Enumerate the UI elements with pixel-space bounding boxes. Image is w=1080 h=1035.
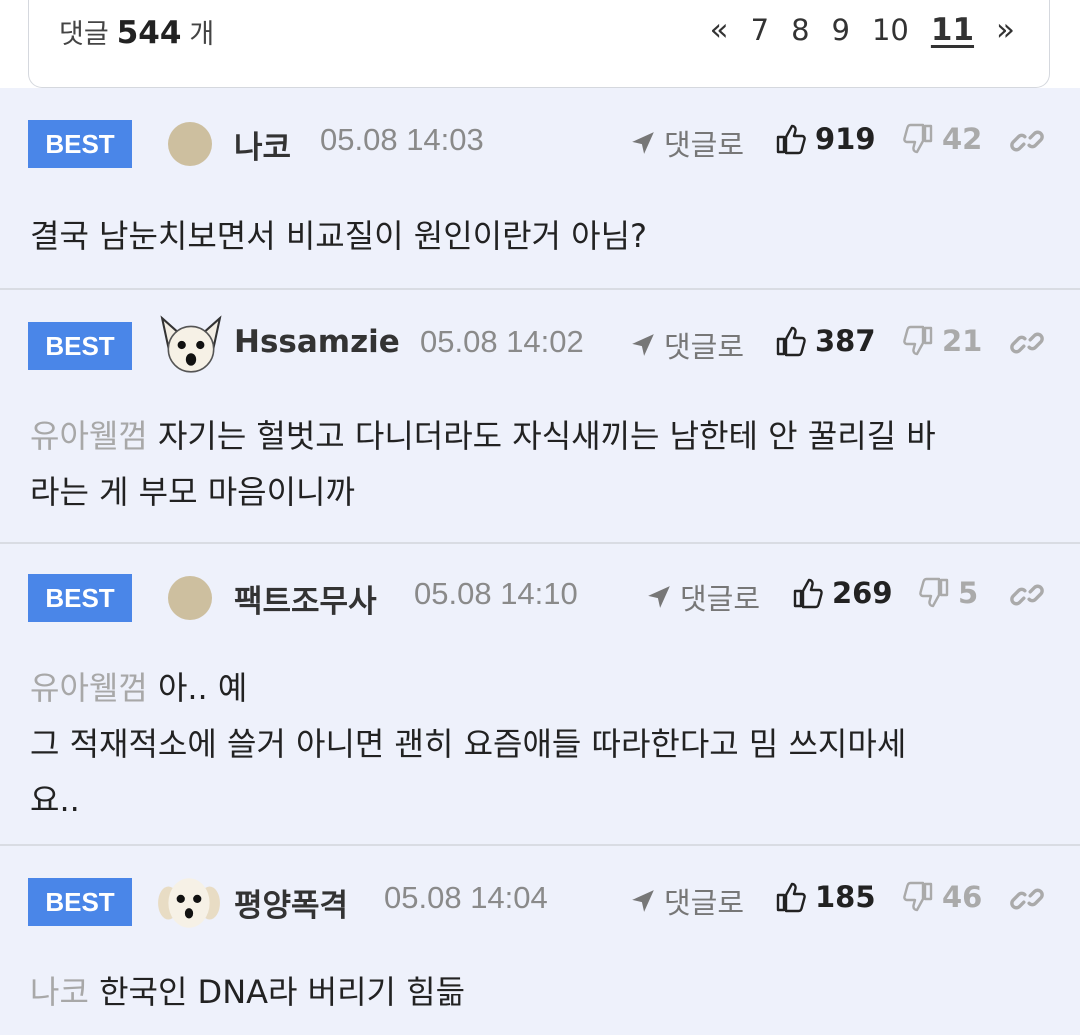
send-arrow-icon — [630, 888, 656, 914]
reply-button[interactable]: 댓글로 — [630, 324, 744, 366]
dislike-count: 42 — [942, 122, 983, 156]
link-icon[interactable] — [1010, 326, 1044, 360]
nickname[interactable]: Hssamzie — [234, 324, 400, 360]
best-badge: BEST — [28, 322, 132, 370]
link-icon[interactable] — [1010, 124, 1044, 158]
current-page[interactable]: 11 — [931, 12, 974, 48]
dislike-button[interactable]: 46 — [902, 880, 982, 914]
nickname[interactable]: 나코 — [234, 122, 291, 167]
comment-body: 한국인 DNA라 버리기 힘듦 — [99, 973, 466, 1011]
like-count: 185 — [815, 880, 876, 914]
like-button[interactable]: 919 — [775, 122, 876, 156]
dislike-button[interactable]: 21 — [902, 324, 982, 358]
thumbs-down-icon — [902, 325, 934, 357]
reply-label: 댓글로 — [664, 330, 745, 364]
timestamp: 05.08 14:04 — [384, 880, 548, 915]
timestamp: 05.08 14:10 — [414, 576, 578, 611]
reply-button[interactable]: 댓글로 — [646, 576, 760, 618]
avatar[interactable] — [158, 312, 224, 378]
like-count: 919 — [815, 122, 876, 156]
reply-button[interactable]: 댓글로 — [630, 880, 744, 922]
page-link[interactable]: 8 — [791, 13, 809, 47]
thumbs-up-icon — [792, 577, 824, 609]
comment-text: 유아웰껌 아.. 예 그 적재적소에 쓸거 아니면 괜히 요즘애들 따라한다고 … — [30, 660, 1040, 828]
send-arrow-icon — [646, 584, 672, 610]
dislike-count: 5 — [958, 576, 979, 610]
comment-text: 유아웰껌 자기는 헐벗고 다니더라도 자식새끼는 남한테 안 꿀리길 바 라는 … — [30, 408, 1040, 520]
send-arrow-icon — [630, 130, 656, 156]
avatar[interactable] — [168, 122, 212, 166]
comment-item: BEST 나코 05.08 14:03 댓글로 919 42 결국 남눈치보면서… — [0, 88, 1080, 288]
page-link[interactable]: 10 — [872, 13, 909, 47]
comment-count: 댓글 544 개 — [59, 12, 214, 51]
page-link[interactable]: 9 — [832, 13, 850, 47]
page-link[interactable]: 7 — [751, 13, 769, 47]
comment-body: 그 적재적소에 쓸거 아니면 괜히 요즘애들 따라한다고 밈 쓰지마세 — [30, 725, 907, 763]
best-badge: BEST — [28, 878, 132, 926]
comment-count-suffix: 개 — [189, 19, 215, 50]
mention[interactable]: 나코 — [30, 973, 89, 1011]
dislike-count: 46 — [942, 880, 983, 914]
thumbs-down-icon — [918, 577, 950, 609]
comment-meta: BEST 나코 05.08 14:03 댓글로 919 42 — [0, 114, 1080, 174]
comment-meta: BEST 평양폭격 05.08 14:04 댓글로 185 46 — [0, 870, 1080, 930]
comment-body: 요.. — [30, 781, 80, 819]
best-badge: BEST — [28, 120, 132, 168]
link-icon[interactable] — [1010, 578, 1044, 612]
comment-item: BEST 팩트조무사 05.08 14:10 댓글로 269 5 유아웰껌 아.… — [0, 542, 1080, 844]
thumbs-up-icon — [775, 881, 807, 913]
comment-item: BEST 평양폭격 05.08 14:04 댓글로 185 46 나코 한국인 … — [0, 844, 1080, 1035]
thumbs-down-icon — [902, 123, 934, 155]
mention[interactable]: 유아웰껌 — [30, 417, 148, 455]
avatar[interactable] — [156, 870, 222, 936]
mention[interactable]: 유아웰껌 — [30, 669, 148, 707]
comment-header: 댓글 544 개 « 7 8 9 10 11 » — [28, 0, 1050, 88]
reply-label: 댓글로 — [664, 128, 745, 162]
like-count: 269 — [832, 576, 893, 610]
comment-item: BEST Hssamzie 05.08 14:02 댓글로 387 21 유아웰… — [0, 288, 1080, 542]
prev-page-icon[interactable]: « — [710, 12, 729, 48]
comment-body: 아.. 예 — [157, 669, 248, 707]
reply-button[interactable]: 댓글로 — [630, 122, 744, 164]
thumbs-up-icon — [775, 325, 807, 357]
like-button[interactable]: 269 — [792, 576, 893, 610]
comment-count-prefix: 댓글 — [59, 19, 109, 50]
comment-body: 자기는 헐벗고 다니더라도 자식새끼는 남한테 안 꿀리길 바 — [157, 417, 936, 455]
dislike-button[interactable]: 42 — [902, 122, 982, 156]
reply-label: 댓글로 — [664, 886, 745, 920]
dislike-button[interactable]: 5 — [918, 576, 978, 610]
dislike-count: 21 — [942, 324, 983, 358]
like-button[interactable]: 185 — [775, 880, 876, 914]
comment-text: 결국 남눈치보면서 비교질이 원인이란거 아님? — [30, 208, 1040, 264]
link-icon[interactable] — [1010, 882, 1044, 916]
thumbs-up-icon — [775, 123, 807, 155]
timestamp: 05.08 14:03 — [320, 122, 484, 157]
comment-body: 결국 남눈치보면서 비교질이 원인이란거 아님? — [30, 217, 648, 255]
nickname[interactable]: 평양폭격 — [234, 880, 348, 925]
timestamp: 05.08 14:02 — [420, 324, 584, 359]
like-button[interactable]: 387 — [775, 324, 876, 358]
thumbs-down-icon — [902, 881, 934, 913]
best-badge: BEST — [28, 574, 132, 622]
nickname[interactable]: 팩트조무사 — [234, 576, 377, 621]
reply-label: 댓글로 — [680, 582, 761, 616]
like-count: 387 — [815, 324, 876, 358]
comment-body: 라는 게 부모 마음이니까 — [30, 473, 355, 511]
pagination: « 7 8 9 10 11 » — [710, 12, 1015, 48]
comment-text: 나코 한국인 DNA라 버리기 힘듦 — [30, 964, 1040, 1020]
send-arrow-icon — [630, 332, 656, 358]
comment-meta: BEST Hssamzie 05.08 14:02 댓글로 387 21 — [0, 314, 1080, 374]
next-page-icon[interactable]: » — [996, 12, 1015, 48]
avatar[interactable] — [168, 576, 212, 620]
comment-meta: BEST 팩트조무사 05.08 14:10 댓글로 269 5 — [0, 568, 1080, 628]
comment-count-value: 544 — [116, 15, 182, 51]
